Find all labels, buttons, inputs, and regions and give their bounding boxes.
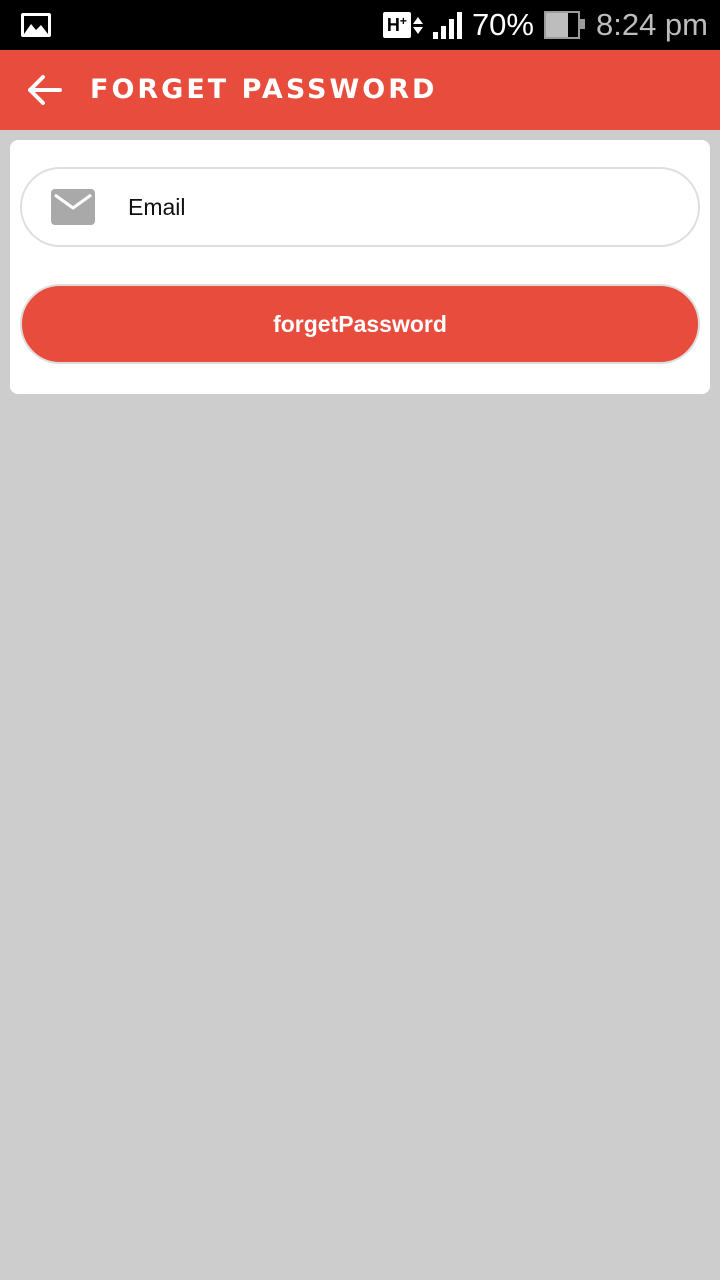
data-activity-icon: [412, 16, 423, 34]
email-input[interactable]: [128, 169, 668, 245]
page-title: Forget Password: [90, 74, 438, 105]
battery-icon: [543, 11, 585, 39]
status-bar: H + 70% 8:24 pm: [0, 0, 720, 50]
email-field[interactable]: [20, 167, 700, 247]
status-icons: H + 70% 8:24 pm: [382, 0, 708, 50]
app-bar: Forget Password: [0, 50, 720, 130]
gallery-icon: [21, 13, 51, 37]
arrow-left-icon[interactable]: [22, 70, 66, 110]
signal-icon: [432, 11, 462, 39]
network-hplus-icon: H +: [382, 12, 411, 38]
forget-password-card: forgetPassword: [10, 140, 710, 394]
battery-percent: 70%: [471, 7, 534, 42]
forget-password-button[interactable]: forgetPassword: [20, 284, 700, 364]
status-time: 8:24 pm: [595, 7, 708, 42]
mail-icon: [51, 189, 95, 225]
network-indicator: H +: [382, 12, 423, 38]
